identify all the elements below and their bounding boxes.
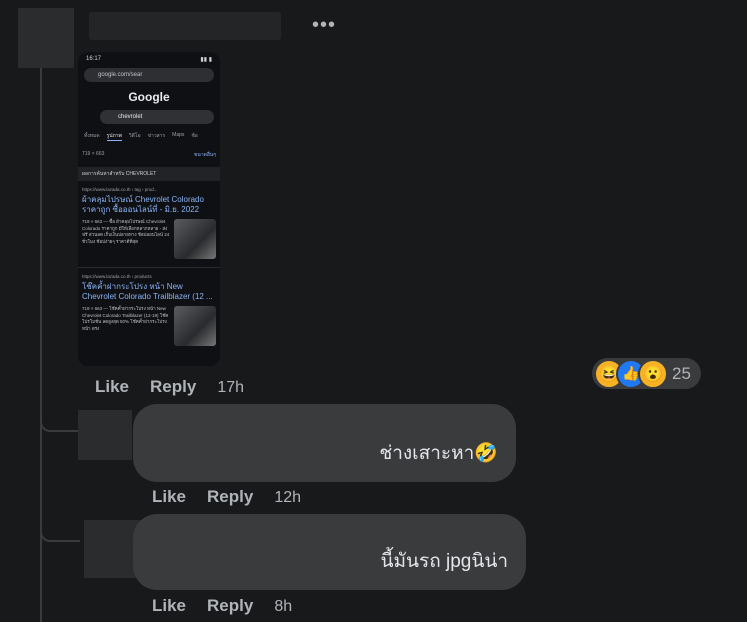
ss-url-bar: google.com/sear — [84, 68, 214, 82]
avatar[interactable] — [78, 410, 132, 460]
comment-actions: Like Reply 8h — [152, 596, 292, 616]
reply-connector — [40, 396, 80, 432]
comment-actions: Like Reply 17h — [95, 377, 244, 397]
like-button[interactable]: Like — [95, 377, 129, 397]
comment-timestamp[interactable]: 17h — [217, 379, 244, 397]
comment-actions: Like Reply 12h — [152, 487, 301, 507]
ss-result-title: โช๊คค้ำฝากระโปรง หน้า New Chevrolet Colo… — [82, 282, 213, 301]
comment-image-attachment[interactable]: 16:17 ▮▮ ▮ google.com/sear Google chevro… — [78, 52, 220, 366]
comment-timestamp[interactable]: 8h — [274, 598, 292, 616]
reactions-summary[interactable]: 😆 👍 😮 25 — [592, 358, 701, 389]
reply-button[interactable]: Reply — [207, 596, 253, 616]
comment-author-name[interactable] — [89, 12, 281, 40]
wow-reaction-icon: 😮 — [638, 358, 668, 389]
reply-bubble: ช่างเสาะหา🤣 — [133, 404, 516, 482]
ss-tab: ทั้งหมด — [84, 133, 100, 139]
like-button[interactable]: Like — [152, 487, 186, 507]
comment-timestamp[interactable]: 12h — [274, 489, 301, 507]
ss-result: https://www.lazada.co.th › tag › prod...… — [78, 181, 220, 259]
like-button[interactable]: Like — [152, 596, 186, 616]
ss-result-source: https://www.lazada.co.th › tag › prod... — [82, 187, 158, 192]
ss-status-time: 16:17 — [86, 56, 102, 62]
ss-google-logo: Google — [128, 90, 170, 104]
ss-tab: วิดีโอ — [128, 133, 141, 139]
ss-image-size: 719 × 663 — [82, 151, 105, 157]
ss-tab: Maps — [172, 132, 185, 138]
reply-text: นี้มันรถ jpgนิน่า — [380, 551, 509, 572]
ss-status-icons: ▮▮ ▮ — [200, 56, 212, 63]
ss-result: https://www.lazada.co.th › products โช๊ค… — [78, 268, 220, 346]
more-options-icon[interactable]: ••• — [312, 14, 336, 37]
ss-tabs: ทั้งหมด รูปภาพ วิดีโอ ข่าวสาร Maps ช้อ — [84, 132, 220, 141]
reply-connector — [40, 504, 80, 542]
ss-more-link: ขนาดอื่นๆ — [194, 152, 216, 158]
reply-button[interactable]: Reply — [150, 377, 196, 397]
reaction-count: 25 — [672, 363, 691, 383]
ss-result-title: ผ้าคลุมไปรษณ์ Chevrolet Colorado ราคาถูก… — [82, 195, 204, 214]
reply-button[interactable]: Reply — [207, 487, 253, 507]
ss-tab: ข่าวสาร — [147, 133, 166, 139]
ss-result-thumbnail — [174, 306, 216, 346]
ss-tab: ช้อ — [191, 133, 198, 139]
ss-result-source: https://www.lazada.co.th › products — [82, 274, 152, 279]
ss-image-row: 719 × 663 ขนาดอื่นๆ — [82, 151, 216, 159]
ss-tab: รูปภาพ — [106, 133, 122, 141]
reply-text: ช่างเสาะหา🤣 — [379, 443, 498, 464]
avatar[interactable] — [18, 8, 74, 68]
reply-bubble: นี้มันรถ jpgนิน่า — [133, 514, 526, 590]
ss-status-bar: 16:17 ▮▮ ▮ — [78, 52, 220, 66]
ss-result-body: 719 × 663 — ซื้อ ผ้าคลุมไปรษณ์ Chevrolet… — [82, 219, 170, 244]
ss-result-thumbnail — [174, 219, 216, 259]
ss-result-body: 719 × 663 — โช๊คค้ำฝากระโปรง หน้า New Ch… — [82, 306, 169, 331]
ss-banner: ผลการค้นหาสำหรับ CHEVROLET — [78, 167, 220, 181]
ss-search-box: chevrolet — [100, 110, 214, 124]
